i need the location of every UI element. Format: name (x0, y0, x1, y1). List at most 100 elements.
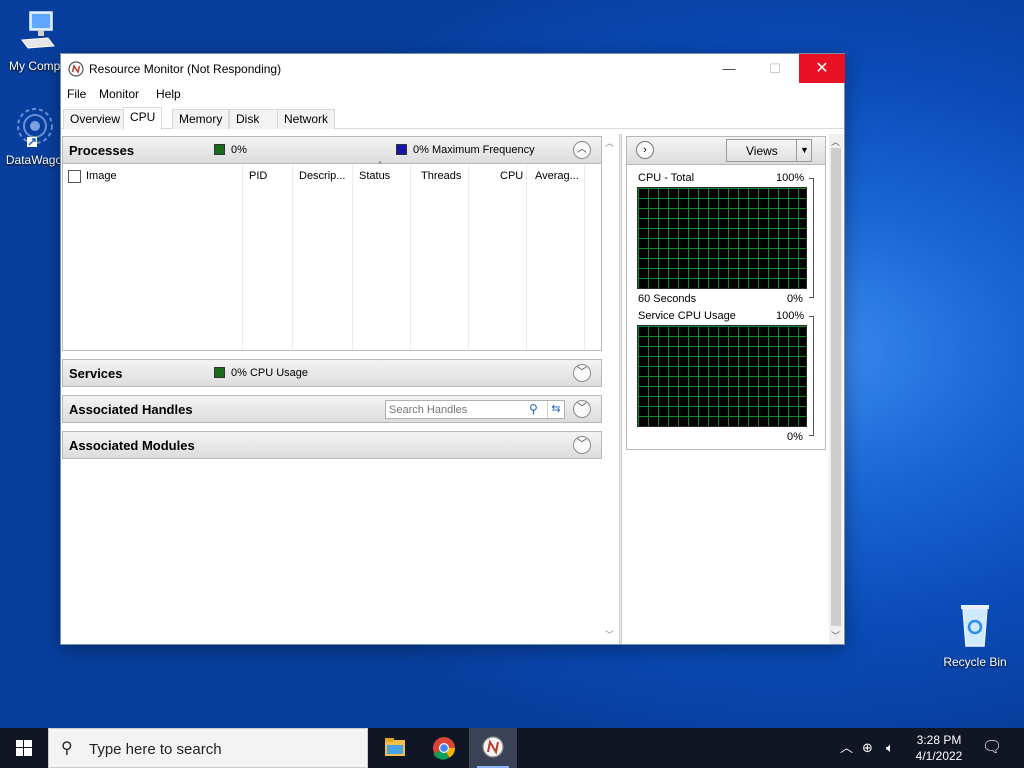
column-description[interactable]: Descrip... (299, 170, 345, 182)
notifications-icon[interactable]: 🗨︎ (982, 728, 1002, 768)
taskbar-clock[interactable]: 3:28 PM 4/1/2022 (908, 732, 970, 764)
title-bar[interactable]: Resource Monitor (Not Responding) — ☐ ✕ (61, 54, 845, 84)
scroll-up-icon[interactable]: ︿ (605, 136, 614, 149)
search-handles-input[interactable] (386, 401, 526, 418)
column-divider (292, 164, 293, 350)
chevron-right-icon[interactable]: › (636, 141, 654, 159)
taskbar-search-placeholder: Type here to search (89, 741, 222, 758)
services-cpu-usage: 0% CPU Usage (231, 367, 309, 379)
column-average[interactable]: Averag... (535, 170, 579, 182)
cpu-total-timespan: 60 Seconds (638, 293, 697, 305)
maximize-button[interactable]: ☐ (752, 54, 798, 83)
taskbar-search[interactable]: ⚲ Type here to search (48, 728, 368, 768)
taskbar-file-explorer[interactable] (371, 728, 419, 768)
column-divider (526, 164, 527, 350)
cpu-percent: 0% (231, 144, 247, 156)
recycle-bin-icon (961, 605, 989, 647)
minimize-button[interactable]: — (706, 54, 752, 83)
scroll-down-icon[interactable]: ﹀ (605, 628, 614, 641)
expand-icon[interactable]: ﹀ (573, 436, 591, 454)
services-header[interactable]: Services 0% CPU Usage ﹀ (62, 359, 602, 387)
resource-monitor-icon (68, 61, 84, 77)
left-pane: Processes 0% 0% Maximum Frequency ︿ Imag… (61, 134, 616, 644)
file-explorer-icon (385, 738, 405, 756)
modules-title: Associated Modules (69, 438, 195, 453)
sort-indicator-icon: ^ (378, 160, 382, 169)
menu-help[interactable]: Help (156, 87, 181, 101)
column-divider (410, 164, 411, 350)
graph-panel: › Views ▼ CPU - Total 100% 60 Seconds 0%… (626, 136, 826, 450)
tab-memory[interactable]: Memory (172, 109, 230, 129)
column-image[interactable]: Image (86, 170, 117, 182)
expand-icon[interactable]: ﹀ (573, 364, 591, 382)
tab-disk[interactable]: Disk (229, 109, 283, 129)
service-cpu-graph (637, 325, 807, 427)
desktop-icon-datawagon[interactable]: DataWago (0, 104, 68, 167)
tab-cpu[interactable]: CPU (123, 107, 163, 130)
chrome-icon (433, 737, 455, 760)
search-handles-box: ⚲ ⇆ (385, 400, 565, 419)
service-cpu-label: Service CPU Usage (638, 310, 736, 322)
close-button[interactable]: ✕ (799, 54, 845, 83)
modules-header[interactable]: Associated Modules ﹀ (62, 431, 602, 459)
views-button[interactable]: Views ▼ (726, 139, 812, 162)
select-all-checkbox[interactable] (68, 170, 81, 183)
graph-scale-bracket (809, 316, 814, 436)
column-divider (242, 164, 243, 350)
pane-splitter[interactable] (619, 134, 622, 644)
processes-table: Image PID Descrip... ^ Status Threads CP… (62, 160, 602, 351)
gear-icon (17, 108, 53, 147)
search-icon[interactable]: ⚲ (529, 402, 538, 416)
freq-legend-swatch (396, 144, 407, 155)
expand-icon[interactable]: ﹀ (573, 400, 591, 418)
resource-monitor-icon (482, 736, 504, 758)
column-pid[interactable]: PID (249, 170, 267, 182)
right-scrollbar[interactable]: ︿ ﹀ (829, 134, 843, 644)
graph-toolbar: › Views ▼ (627, 137, 825, 165)
column-cpu[interactable]: CPU (500, 170, 523, 182)
clock-time: 3:28 PM (916, 733, 962, 747)
windows-logo-icon (16, 740, 32, 756)
tab-overview[interactable]: Overview (63, 109, 128, 129)
taskbar-resource-monitor[interactable] (469, 728, 517, 768)
taskbar: ⚲ Type here to search ︿ ⊕ 🔈︎ 3:28 PM 4/1… (0, 728, 1024, 768)
cpu-total-graph (637, 187, 807, 289)
dropdown-arrow-icon[interactable]: ▼ (796, 140, 812, 161)
graph-scale-bracket (809, 178, 814, 298)
processes-header[interactable]: Processes 0% 0% Maximum Frequency ︿ (62, 136, 602, 164)
column-divider (584, 164, 585, 350)
cpu-total-label: CPU - Total (638, 172, 695, 184)
tab-bar: Overview CPU Memory Disk Network (61, 107, 844, 130)
taskbar-chrome[interactable] (420, 728, 468, 768)
graphs-pane: › Views ▼ CPU - Total 100% 60 Seconds 0%… (623, 134, 843, 644)
column-threads[interactable]: Threads (421, 170, 461, 182)
refresh-icon[interactable]: ⇆ (547, 401, 564, 418)
show-hidden-icons-icon[interactable]: ︿ (840, 728, 853, 768)
window-title: Resource Monitor (Not Responding) (89, 62, 282, 76)
scroll-up-icon[interactable]: ︿ (831, 135, 840, 148)
desktop-icon-label: DataWago (5, 153, 63, 167)
scroll-down-icon[interactable]: ﹀ (831, 629, 840, 642)
handles-title: Associated Handles (69, 402, 193, 417)
column-status[interactable]: Status (359, 170, 390, 182)
max-frequency: 0% Maximum Frequency (413, 144, 535, 156)
processes-title: Processes (69, 143, 135, 158)
start-button[interactable] (0, 728, 48, 768)
cpu-legend-swatch (214, 367, 225, 378)
collapse-icon[interactable]: ︿ (573, 141, 591, 159)
desktop-icon-label: Recycle Bin (943, 655, 1007, 669)
tab-network[interactable]: Network (277, 109, 336, 129)
handles-header[interactable]: Associated Handles ⚲ ⇆ ﹀ (62, 395, 602, 423)
desktop: My Compu DataWago Recycle Bin Resource M… (0, 0, 1024, 728)
network-icon[interactable]: ⊕ (862, 728, 873, 768)
services-title: Services (69, 366, 123, 381)
left-scrollbar[interactable]: ︿ ﹀ (604, 134, 616, 644)
desktop-icon-recycle-bin[interactable]: Recycle Bin (937, 602, 1013, 669)
resource-monitor-window: Resource Monitor (Not Responding) — ☐ ✕ … (60, 53, 845, 645)
scrollbar-thumb[interactable] (831, 148, 841, 626)
menu-file[interactable]: File (67, 87, 86, 101)
cpu-total-max: 100% (776, 172, 805, 184)
menu-monitor[interactable]: Monitor (99, 87, 139, 101)
volume-icon[interactable]: 🔈︎ (886, 728, 894, 768)
search-icon: ⚲ (61, 740, 73, 757)
